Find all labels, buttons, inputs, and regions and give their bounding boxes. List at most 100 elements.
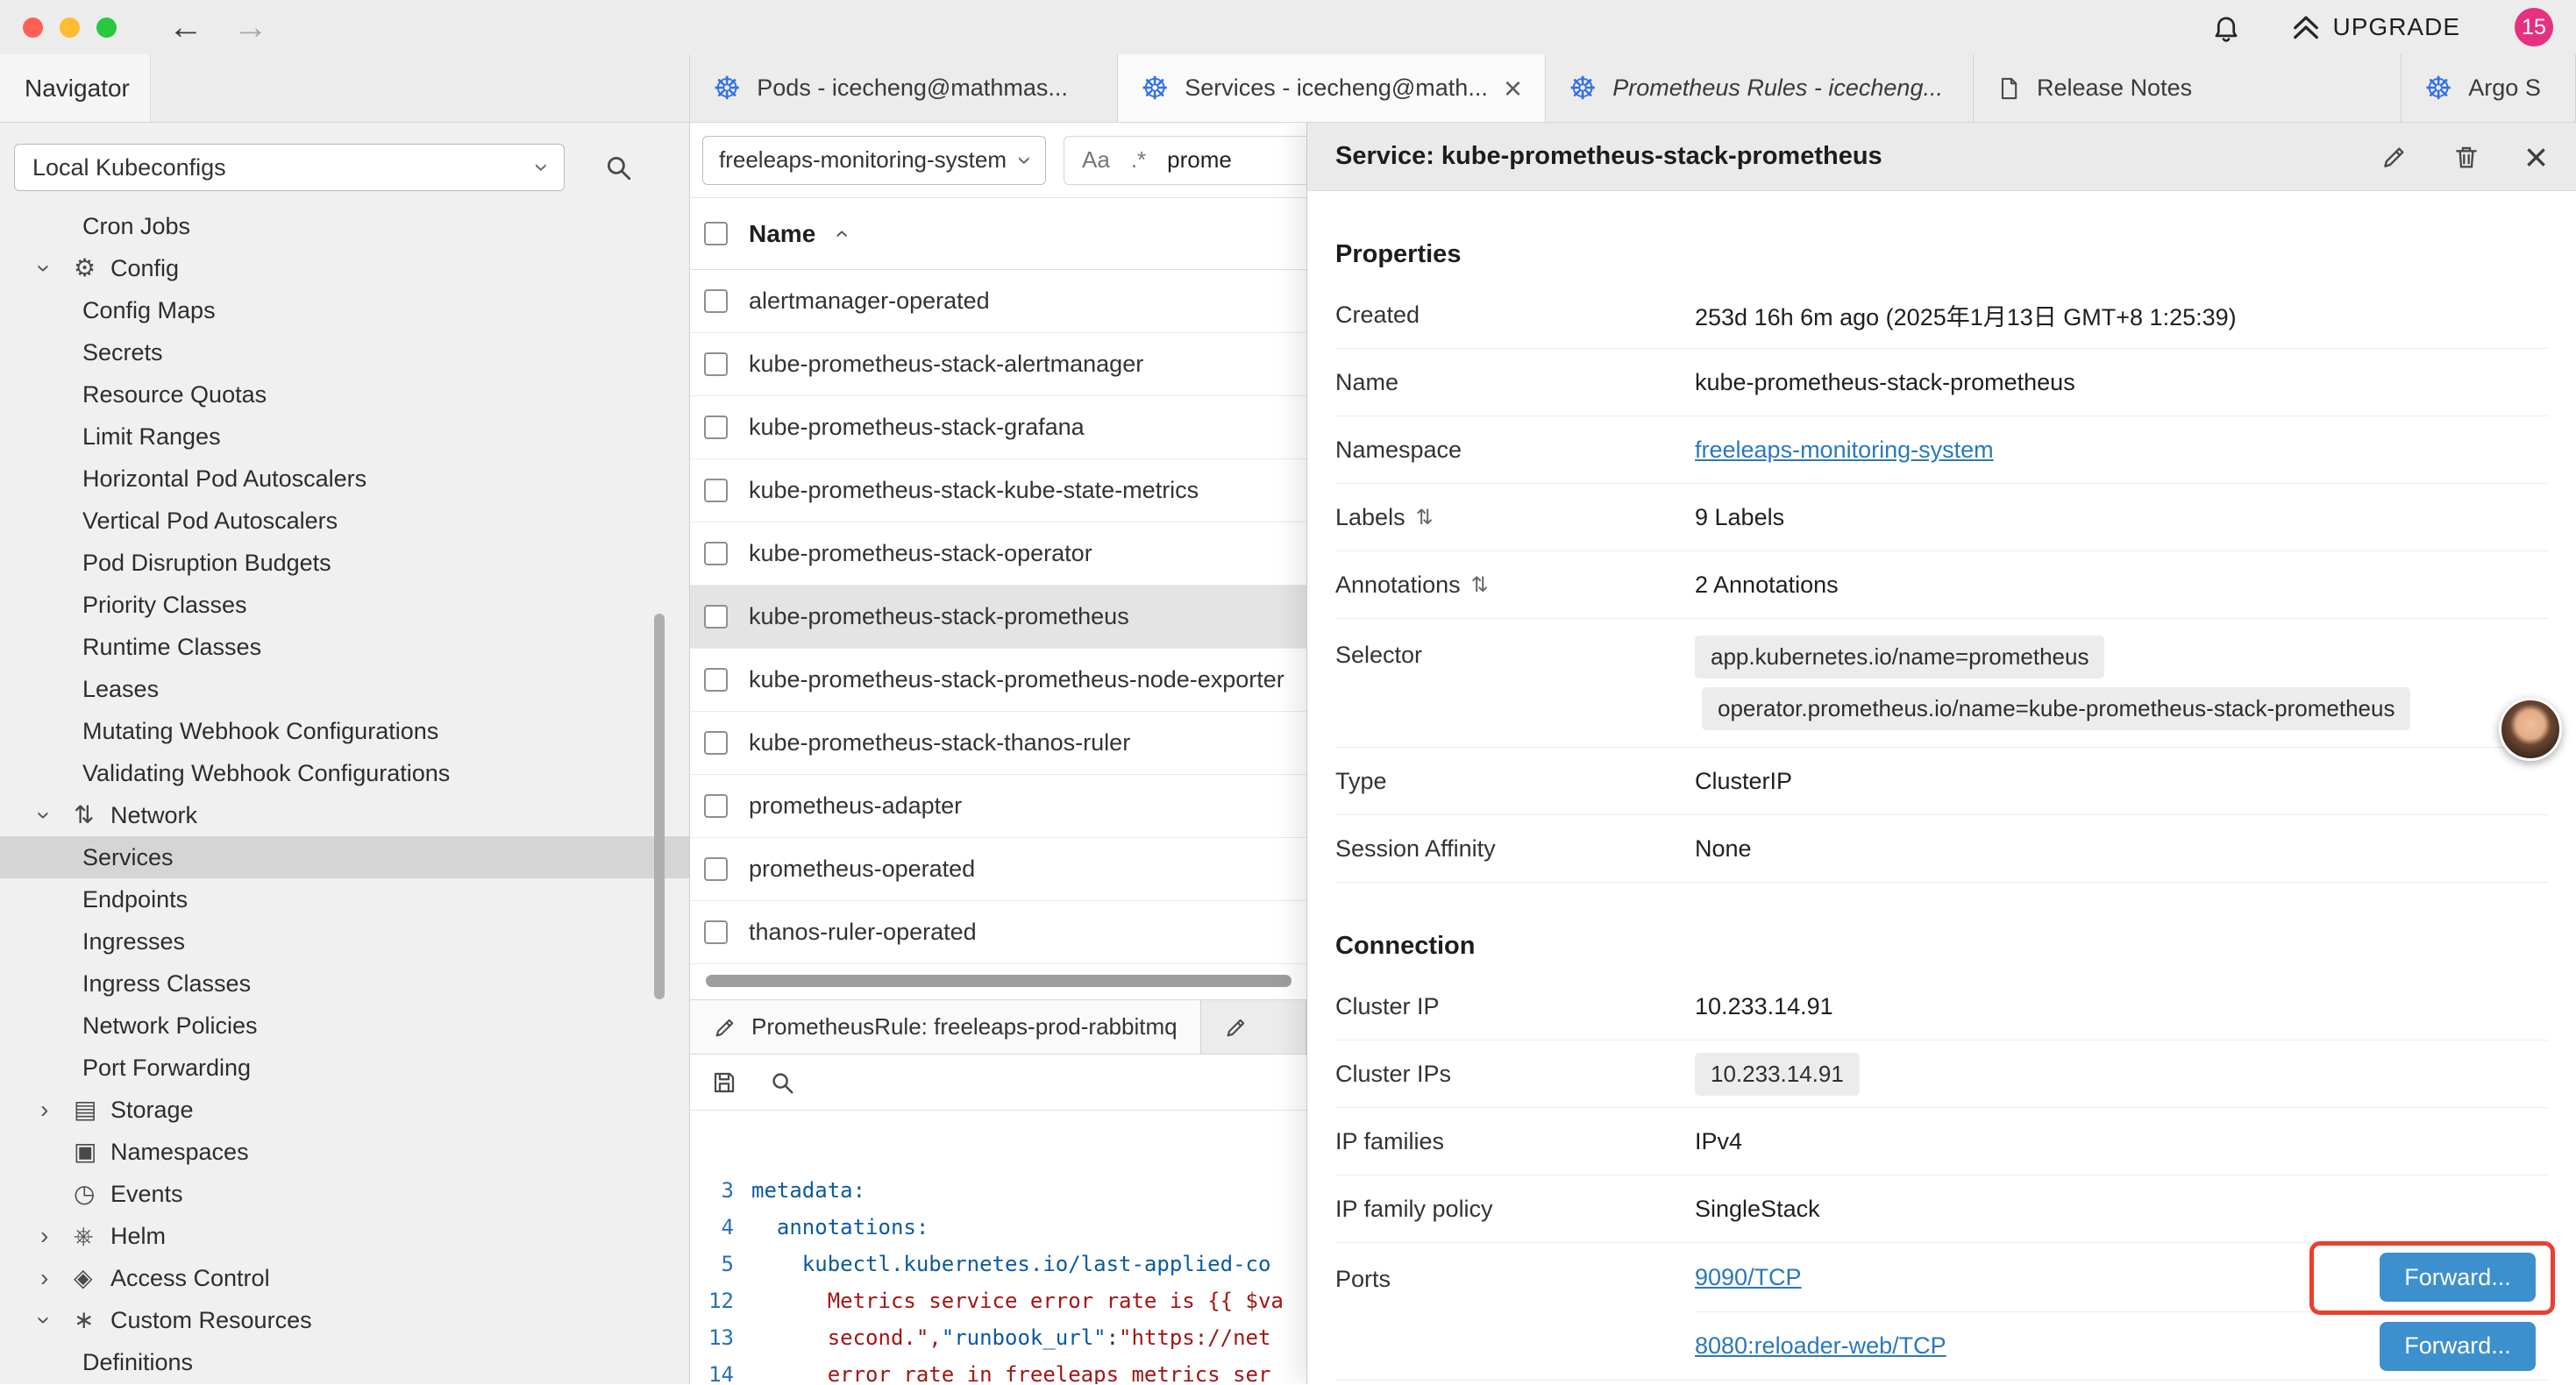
delete-trash-icon[interactable] <box>2452 143 2480 171</box>
search-input[interactable]: prome <box>1167 146 1232 174</box>
row-checkbox[interactable] <box>704 857 728 881</box>
navigator-panel-tab[interactable]: Navigator <box>0 54 151 122</box>
row-checkbox[interactable] <box>704 668 728 692</box>
sidebar-item[interactable]: Endpoints <box>0 878 689 920</box>
chevron-down-icon[interactable]: › <box>40 254 74 282</box>
row-checkbox[interactable] <box>704 920 728 944</box>
sidebar-item[interactable]: Ingresses <box>0 920 689 962</box>
chevron-down-icon[interactable]: › <box>40 1306 74 1334</box>
app-tab[interactable]: ☸Services - icecheng@math...× <box>1118 54 1546 122</box>
row-checkbox[interactable] <box>704 731 728 755</box>
sidebar-item[interactable]: Priority Classes <box>0 584 689 626</box>
sidebar-item[interactable]: Horizontal Pod Autoscalers <box>0 458 689 500</box>
navigator-label: Navigator <box>25 75 130 103</box>
select-all-checkbox[interactable] <box>704 222 728 245</box>
column-header-name[interactable]: Name <box>749 220 815 248</box>
chevron-right-icon[interactable]: › <box>40 1264 74 1292</box>
forward-button-wrap: Forward... <box>2380 1322 2536 1371</box>
sidebar-item[interactable]: Leases <box>0 668 689 710</box>
sidebar-item[interactable]: Definitions <box>0 1341 689 1383</box>
chevron-down-icon[interactable]: › <box>40 801 74 829</box>
sidebar-item[interactable]: ›▤Storage <box>0 1089 689 1131</box>
row-name: prometheus-operated <box>749 856 975 883</box>
namespace-link[interactable]: freeleaps-monitoring-system <box>1695 437 1994 464</box>
row-checkbox[interactable] <box>704 605 728 629</box>
sidebar-item[interactable]: Vertical Pod Autoscalers <box>0 500 689 542</box>
expand-toggle-icon[interactable]: ⇅ <box>1471 572 1489 598</box>
sidebar-item-label: Custom Resources <box>110 1307 312 1334</box>
forward-button[interactable]: Forward... <box>2380 1322 2536 1371</box>
sidebar-item[interactable]: ›◈Access Control <box>0 1257 689 1299</box>
sidebar-item[interactable]: Port Forwarding <box>0 1047 689 1089</box>
sidebar-item[interactable]: Config Maps <box>0 289 689 331</box>
minimize-window-button[interactable] <box>60 18 80 38</box>
row-checkbox[interactable] <box>704 542 728 565</box>
close-tab-icon[interactable]: × <box>1504 73 1522 104</box>
namespace-selector[interactable]: freeleaps-monitoring-system › <box>702 136 1046 185</box>
close-icon[interactable]: × <box>2524 137 2548 177</box>
editor-search-icon[interactable] <box>769 1069 795 1096</box>
detail-row: Created253d 16h 6m ago (2025年1月13日 GMT+8… <box>1335 281 2548 349</box>
sidebar-scrollbar[interactable] <box>654 614 665 999</box>
detail-value: kube-prometheus-stack-prometheus <box>1695 369 2075 396</box>
table-hscrollbar[interactable] <box>706 975 1292 987</box>
forward-button[interactable]: → <box>233 10 268 45</box>
expand-toggle-icon[interactable]: ⇅ <box>1416 505 1434 530</box>
sidebar-item[interactable]: ›⚙Config <box>0 247 689 289</box>
sidebar-item[interactable]: Ingress Classes <box>0 962 689 1005</box>
app-tab[interactable]: ☸Argo S <box>2402 54 2576 122</box>
sidebar-item[interactable]: ›∗Custom Resources <box>0 1299 689 1341</box>
forward-button[interactable]: Forward... <box>2380 1253 2536 1302</box>
maximize-window-button[interactable] <box>96 18 117 38</box>
detail-row: Selectorapp.kubernetes.io/name=prometheu… <box>1335 619 2548 748</box>
sidebar-item[interactable]: ◷Events <box>0 1173 689 1215</box>
match-case-toggle[interactable]: Aa <box>1082 146 1110 174</box>
port-link[interactable]: 8080:reloader-web/TCP <box>1695 1332 1946 1360</box>
edit-pencil-icon[interactable] <box>2380 143 2409 171</box>
sidebar-item[interactable]: Network Policies <box>0 1005 689 1047</box>
sidebar-item[interactable]: ▣Namespaces <box>0 1131 689 1173</box>
row-checkbox[interactable] <box>704 479 728 502</box>
sidebar-item[interactable]: Mutating Webhook Configurations <box>0 710 689 752</box>
back-button[interactable]: ← <box>168 10 203 45</box>
sidebar-item-label: Storage <box>110 1097 194 1124</box>
notification-count-badge[interactable]: 15 <box>2515 8 2553 46</box>
row-checkbox[interactable] <box>704 352 728 376</box>
navigator-sidebar: Local Kubeconfigs › Cron Jobs›⚙ConfigCon… <box>0 123 690 1384</box>
close-window-button[interactable] <box>23 18 43 38</box>
sidebar-item[interactable]: Validating Webhook Configurations <box>0 752 689 794</box>
sidebar-item[interactable]: Pod Disruption Budgets <box>0 542 689 584</box>
sidebar-search-icon[interactable] <box>603 153 633 182</box>
save-icon[interactable] <box>711 1069 737 1096</box>
port-link[interactable]: 9090/TCP <box>1695 1264 1802 1291</box>
dock-tab[interactable] <box>1201 1000 1306 1054</box>
row-checkbox[interactable] <box>704 794 728 818</box>
row-checkbox[interactable] <box>704 416 728 439</box>
notifications-bell-icon[interactable] <box>2210 11 2242 43</box>
sidebar-item[interactable]: Resource Quotas <box>0 373 689 416</box>
detail-row: Session AffinityNone <box>1335 815 2548 883</box>
user-avatar[interactable] <box>2499 698 2562 761</box>
upgrade-button[interactable]: UPGRADE <box>2291 13 2460 41</box>
sidebar-item[interactable]: ›⇅Network <box>0 794 689 836</box>
row-name: alertmanager-operated <box>749 288 990 315</box>
detail-label-text: Labels <box>1335 504 1405 531</box>
value-badge: 10.233.14.91 <box>1695 1053 1860 1096</box>
app-tab[interactable]: Release Notes <box>1974 54 2402 122</box>
sidebar-item[interactable]: Cron Jobs <box>0 205 689 247</box>
sidebar-item[interactable]: Runtime Classes <box>0 626 689 668</box>
forward-button-wrap: Forward... <box>2380 1253 2536 1302</box>
app-tab[interactable]: ☸Prometheus Rules - icecheng... <box>1546 54 1974 122</box>
sidebar-item[interactable]: ›⎈Helm <box>0 1215 689 1257</box>
kubeconfig-selector[interactable]: Local Kubeconfigs › <box>14 144 565 191</box>
sidebar-item[interactable]: Secrets <box>0 331 689 373</box>
app-tab[interactable]: ☸Pods - icecheng@mathmas... <box>690 54 1118 122</box>
chevron-right-icon[interactable]: › <box>40 1222 74 1250</box>
regex-toggle[interactable]: .* <box>1131 146 1146 174</box>
detail-label: Session Affinity <box>1335 835 1695 863</box>
row-checkbox[interactable] <box>704 289 728 313</box>
sidebar-item[interactable]: Limit Ranges <box>0 416 689 458</box>
chevron-right-icon[interactable]: › <box>40 1096 74 1124</box>
sidebar-item[interactable]: Services <box>0 836 689 878</box>
dock-tab[interactable]: PrometheusRule: freeleaps-prod-rabbitmq <box>690 1000 1201 1054</box>
